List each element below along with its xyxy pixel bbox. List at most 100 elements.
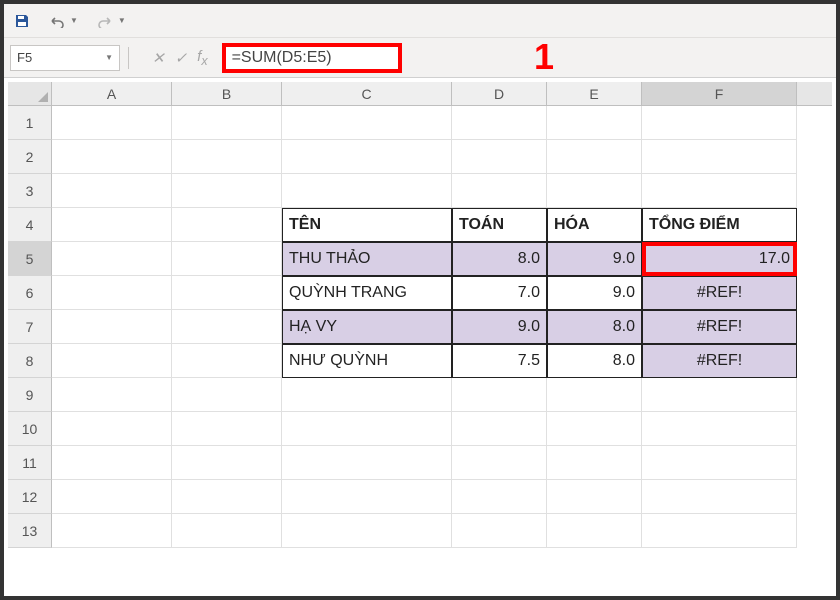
cell[interactable] [642, 480, 797, 514]
cell-name[interactable]: NHƯ QUỲNH [282, 344, 452, 378]
cell[interactable] [547, 446, 642, 480]
cell[interactable] [452, 480, 547, 514]
cell[interactable] [172, 514, 282, 548]
cell[interactable] [172, 174, 282, 208]
cell-total[interactable]: #REF! [642, 276, 797, 310]
cell[interactable] [52, 310, 172, 344]
cell-name[interactable]: THU THẢO [282, 242, 452, 276]
cancel-icon[interactable]: ✕ [152, 49, 165, 67]
col-header-E[interactable]: E [547, 82, 642, 105]
cell[interactable] [547, 480, 642, 514]
cell[interactable] [52, 208, 172, 242]
cell[interactable] [452, 140, 547, 174]
cell[interactable] [282, 378, 452, 412]
cell[interactable] [282, 480, 452, 514]
cell[interactable] [52, 140, 172, 174]
save-icon[interactable] [14, 13, 30, 29]
redo-icon[interactable]: ▼ [96, 14, 126, 28]
row-header[interactable]: 5 [8, 242, 52, 276]
cell-hoa[interactable]: 9.0 [547, 242, 642, 276]
cell[interactable] [452, 106, 547, 140]
cell[interactable] [52, 174, 172, 208]
cell-toan[interactable]: 7.5 [452, 344, 547, 378]
row-header[interactable]: 11 [8, 446, 52, 480]
row-header[interactable]: 1 [8, 106, 52, 140]
header-hoa[interactable]: HÓA [547, 208, 642, 242]
cell[interactable] [642, 174, 797, 208]
cell[interactable] [547, 106, 642, 140]
cell[interactable] [282, 106, 452, 140]
cell[interactable] [172, 344, 282, 378]
row-header[interactable]: 10 [8, 412, 52, 446]
cell[interactable] [52, 514, 172, 548]
cell[interactable] [172, 140, 282, 174]
cell[interactable] [452, 174, 547, 208]
cell[interactable] [172, 412, 282, 446]
cell[interactable] [452, 446, 547, 480]
header-total[interactable]: TỔNG ĐIỂM [642, 208, 797, 242]
cell[interactable] [547, 378, 642, 412]
cell[interactable] [452, 514, 547, 548]
row-header[interactable]: 6 [8, 276, 52, 310]
cell[interactable] [282, 412, 452, 446]
row-header[interactable]: 2 [8, 140, 52, 174]
cell-name[interactable]: QUỲNH TRANG [282, 276, 452, 310]
cell[interactable] [642, 412, 797, 446]
cell[interactable] [642, 106, 797, 140]
cell[interactable] [172, 446, 282, 480]
cell[interactable] [282, 446, 452, 480]
cell[interactable] [172, 106, 282, 140]
cell[interactable] [52, 446, 172, 480]
fx-icon[interactable]: fx [197, 48, 207, 68]
cell[interactable] [52, 242, 172, 276]
row-header[interactable]: 4 [8, 208, 52, 242]
cell-total-selected[interactable]: 17.0 [642, 242, 797, 276]
col-header-D[interactable]: D [452, 82, 547, 105]
cell-name[interactable]: HẠ VY [282, 310, 452, 344]
cell-toan[interactable]: 7.0 [452, 276, 547, 310]
cell[interactable] [547, 140, 642, 174]
cell-total[interactable]: #REF! [642, 310, 797, 344]
col-header-B[interactable]: B [172, 82, 282, 105]
cell[interactable] [52, 480, 172, 514]
row-header[interactable]: 9 [8, 378, 52, 412]
cell[interactable] [282, 174, 452, 208]
cell-hoa[interactable]: 8.0 [547, 310, 642, 344]
cell[interactable] [547, 514, 642, 548]
col-header-A[interactable]: A [52, 82, 172, 105]
cell[interactable] [172, 310, 282, 344]
cell-hoa[interactable]: 8.0 [547, 344, 642, 378]
cell-total[interactable]: #REF! [642, 344, 797, 378]
header-toan[interactable]: TOÁN [452, 208, 547, 242]
cell[interactable] [282, 514, 452, 548]
cell[interactable] [452, 378, 547, 412]
row-header[interactable]: 12 [8, 480, 52, 514]
row-header[interactable]: 13 [8, 514, 52, 548]
cell-hoa[interactable]: 9.0 [547, 276, 642, 310]
select-all-corner[interactable] [8, 82, 52, 105]
cell[interactable] [172, 208, 282, 242]
cell-toan[interactable]: 8.0 [452, 242, 547, 276]
col-header-C[interactable]: C [282, 82, 452, 105]
col-header-F[interactable]: F [642, 82, 797, 105]
cell[interactable] [282, 140, 452, 174]
cell[interactable] [172, 276, 282, 310]
name-box[interactable]: F5 ▼ [10, 45, 120, 71]
cell[interactable] [52, 106, 172, 140]
cell[interactable] [172, 242, 282, 276]
cell[interactable] [642, 140, 797, 174]
enter-icon[interactable]: ✓ [175, 49, 188, 67]
formula-input[interactable]: =SUM(D5:E5) [222, 43, 402, 73]
undo-icon[interactable]: ▼ [48, 14, 78, 28]
cell[interactable] [52, 378, 172, 412]
cell[interactable] [52, 412, 172, 446]
header-name[interactable]: TÊN [282, 208, 452, 242]
cell[interactable] [52, 344, 172, 378]
cell[interactable] [452, 412, 547, 446]
cell[interactable] [547, 412, 642, 446]
cell[interactable] [172, 480, 282, 514]
cell[interactable] [172, 378, 282, 412]
chevron-down-icon[interactable]: ▼ [105, 53, 113, 62]
cell[interactable] [547, 174, 642, 208]
row-header[interactable]: 8 [8, 344, 52, 378]
